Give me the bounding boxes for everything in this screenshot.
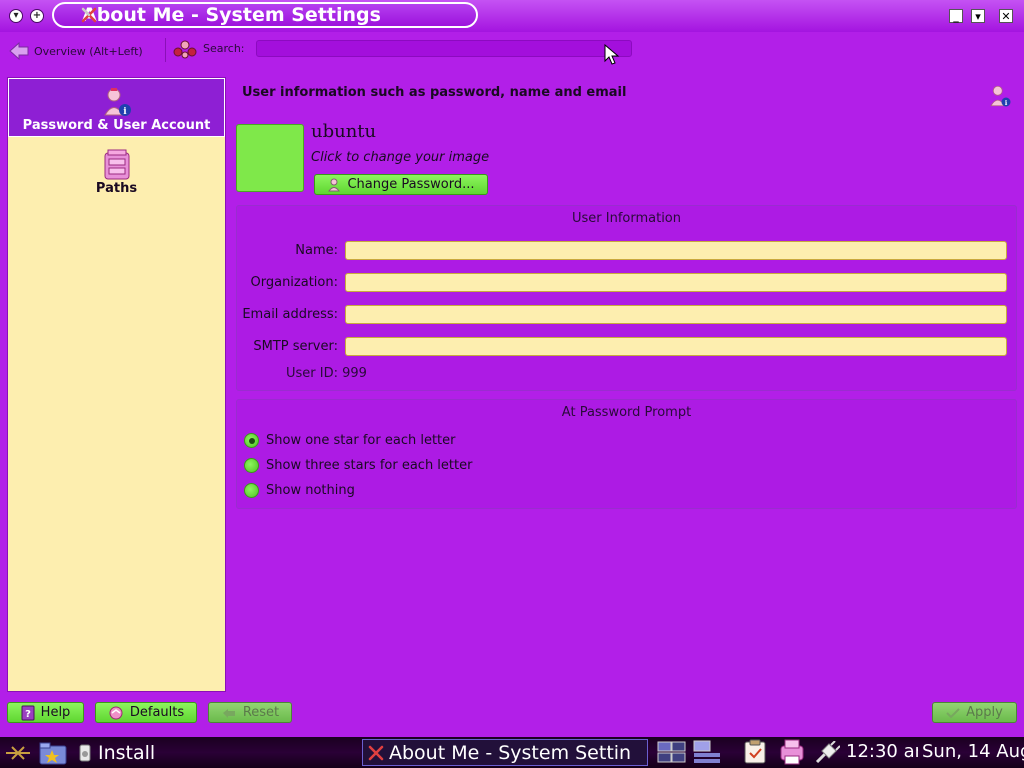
radio-label: Show one star for each letter: [266, 433, 456, 448]
folder-icon[interactable]: [38, 740, 68, 766]
radio-label: Show three stars for each letter: [266, 458, 473, 473]
network-plug-icon[interactable]: [814, 741, 840, 765]
sidebar-item-label: Paths: [95, 181, 138, 196]
user-id: User ID: 999: [286, 366, 367, 381]
defaults-button[interactable]: Defaults: [95, 702, 197, 723]
apply-label: Apply: [966, 705, 1003, 720]
page-heading: User information such as password, name …: [242, 85, 627, 100]
help-label: Help: [40, 705, 71, 720]
search-input[interactable]: [256, 40, 632, 57]
taskbar-window-about-me[interactable]: About Me - System Settin: [362, 739, 648, 766]
search-icon: [173, 40, 197, 59]
change-image-hint[interactable]: Click to change your image: [311, 150, 489, 165]
user-image[interactable]: [236, 124, 304, 192]
install-icon: [79, 744, 91, 762]
radio-label: Show nothing: [266, 483, 355, 498]
radio-button[interactable]: [244, 483, 259, 498]
user-account-icon: i: [990, 85, 1011, 107]
mouse-cursor-icon: [604, 44, 620, 65]
system-settings-icon: [368, 745, 384, 760]
user-information-group: [236, 205, 1017, 391]
taskbar-clock[interactable]: 12:30 am: [846, 741, 918, 762]
window-title-text: About Me - System Settings: [82, 4, 381, 26]
window-menu-icon[interactable]: ▾: [9, 9, 23, 23]
organization-field[interactable]: [345, 273, 1007, 292]
close-icon[interactable]: ✕: [999, 9, 1013, 23]
radio-checked-dot: [248, 437, 255, 444]
name-label: Name:: [295, 243, 338, 258]
clipboard-icon[interactable]: [742, 739, 768, 765]
window-list-icon[interactable]: [692, 739, 722, 765]
taskbar-install-label: Install: [98, 742, 156, 764]
sidebar-item-label: Password & User Account: [22, 118, 211, 133]
user-icon: [328, 178, 341, 191]
help-button[interactable]: ? Help: [7, 702, 84, 723]
keep-above-icon[interactable]: +: [30, 9, 44, 23]
smtp-server-label: SMTP server:: [253, 339, 338, 354]
svg-text:?: ?: [25, 709, 31, 720]
svg-text:i: i: [123, 107, 127, 117]
undo-icon: [222, 708, 235, 718]
minimize-icon[interactable]: _: [949, 9, 963, 23]
paths-icon: [104, 149, 129, 180]
maximize-icon[interactable]: ▾: [971, 9, 985, 23]
password-prompt-title: At Password Prompt: [561, 405, 692, 420]
search-label: Search:: [203, 42, 245, 55]
printer-icon[interactable]: [778, 738, 806, 766]
taskbar-install[interactable]: Install: [78, 742, 155, 764]
window-title: About Me - System Settings: [52, 2, 478, 28]
pager-icon[interactable]: [657, 739, 687, 765]
kde-menu-icon[interactable]: [4, 742, 32, 764]
reset-label: Reset: [242, 705, 280, 720]
overview-button[interactable]: Overview (Alt+Left): [8, 38, 143, 64]
email-field[interactable]: [345, 305, 1007, 324]
change-password-button[interactable]: Change Password...: [314, 174, 488, 195]
smtp-server-field[interactable]: [345, 337, 1007, 356]
username: ubuntu: [311, 121, 377, 142]
name-field[interactable]: [345, 241, 1007, 260]
radio-show-nothing[interactable]: Show nothing: [244, 483, 355, 498]
svg-text:i: i: [1005, 99, 1008, 107]
defaults-label: Defaults: [129, 705, 185, 720]
taskbar-date[interactable]: Sun, 14 Aug: [922, 741, 1024, 762]
radio-one-star[interactable]: Show one star for each letter: [244, 433, 455, 448]
user-account-icon: i: [103, 88, 131, 117]
organization-label: Organization:: [250, 275, 339, 290]
apply-button[interactable]: Apply: [932, 702, 1017, 723]
email-label: Email address:: [242, 307, 338, 322]
help-icon: ?: [21, 705, 35, 720]
taskbar-window-label: About Me - System Settin: [389, 741, 632, 764]
radio-button[interactable]: [244, 433, 259, 448]
change-password-label: Change Password...: [347, 177, 475, 192]
overview-label: Overview (Alt+Left): [34, 44, 143, 58]
reset-button[interactable]: Reset: [208, 702, 292, 723]
back-arrow-icon: [9, 41, 29, 61]
radio-three-stars[interactable]: Show three stars for each letter: [244, 458, 472, 473]
sidebar-item-password-user-account[interactable]: i Password & User Account: [8, 78, 225, 137]
checkmark-icon: [946, 707, 960, 718]
system-settings-icon: [81, 7, 97, 23]
radio-button[interactable]: [244, 458, 259, 473]
toolbar-separator: [165, 38, 166, 62]
defaults-icon: [109, 706, 123, 719]
user-information-title: User Information: [571, 211, 681, 226]
sidebar-item-paths[interactable]: Paths: [8, 140, 225, 196]
